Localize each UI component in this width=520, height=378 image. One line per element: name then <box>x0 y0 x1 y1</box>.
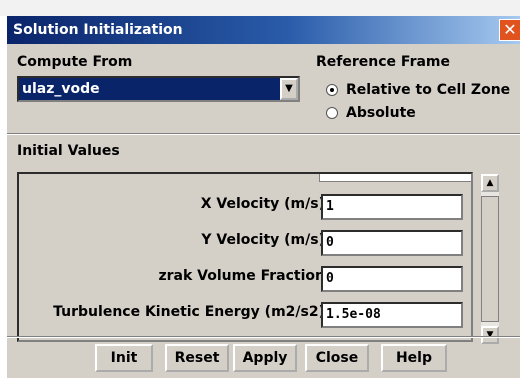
vertical-scrollbar[interactable]: ▲ ▼ <box>481 174 499 344</box>
chevron-down-icon[interactable]: ▼ <box>280 78 298 100</box>
compute-from-selected[interactable]: ulaz_vode <box>19 78 280 100</box>
apply-button[interactable]: Apply <box>233 344 297 372</box>
x-velocity-input[interactable]: 1 <box>321 194 463 220</box>
close-button[interactable]: Close <box>305 344 369 372</box>
zrak-volume-fraction-input[interactable]: 0 <box>321 266 463 292</box>
radio-selected-icon[interactable] <box>326 84 338 96</box>
dialog-title: Solution Initialization <box>13 22 183 38</box>
y-velocity-label: Y Velocity (m/s) <box>201 232 325 248</box>
radio-absolute[interactable]: Absolute <box>326 105 416 121</box>
radio-label: Absolute <box>346 105 416 121</box>
turbulence-kinetic-energy-input[interactable]: 1.5e-08 <box>321 302 463 328</box>
radio-unselected-icon[interactable] <box>326 107 338 119</box>
scroll-up-icon[interactable]: ▲ <box>481 174 499 192</box>
x-velocity-label: X Velocity (m/s) <box>200 196 325 212</box>
radio-relative-to-cell-zone[interactable]: Relative to Cell Zone <box>326 82 510 98</box>
compute-from-label: Compute From <box>17 54 133 70</box>
scrollbar-thumb[interactable] <box>481 196 499 322</box>
turbulence-kinetic-energy-label: Turbulence Kinetic Energy (m2/s2) <box>53 304 325 320</box>
background-window-strip <box>0 0 520 16</box>
compute-from-dropdown[interactable]: ulaz_vode ▼ <box>17 76 300 102</box>
close-icon[interactable]: ✕ <box>499 19 520 41</box>
help-button[interactable]: Help <box>381 344 447 372</box>
scroll-down-icon[interactable]: ▼ <box>481 326 499 344</box>
initial-values-label: Initial Values <box>17 143 120 159</box>
zrak-volume-fraction-label: zrak Volume Fraction <box>158 268 326 284</box>
separator <box>7 336 520 338</box>
radio-label: Relative to Cell Zone <box>346 82 511 98</box>
title-bar[interactable]: Solution Initialization ✕ <box>7 16 520 44</box>
reset-button[interactable]: Reset <box>165 344 229 372</box>
solution-initialization-dialog: Solution Initialization ✕ Compute From u… <box>6 16 520 378</box>
reference-frame-label: Reference Frame <box>316 54 450 70</box>
init-button[interactable]: Init <box>95 344 153 372</box>
partial-field-row <box>319 174 471 182</box>
initial-values-panel: X Velocity (m/s) 1 Y Velocity (m/s) 0 zr… <box>17 172 473 342</box>
y-velocity-input[interactable]: 0 <box>321 230 463 256</box>
separator <box>7 133 520 135</box>
